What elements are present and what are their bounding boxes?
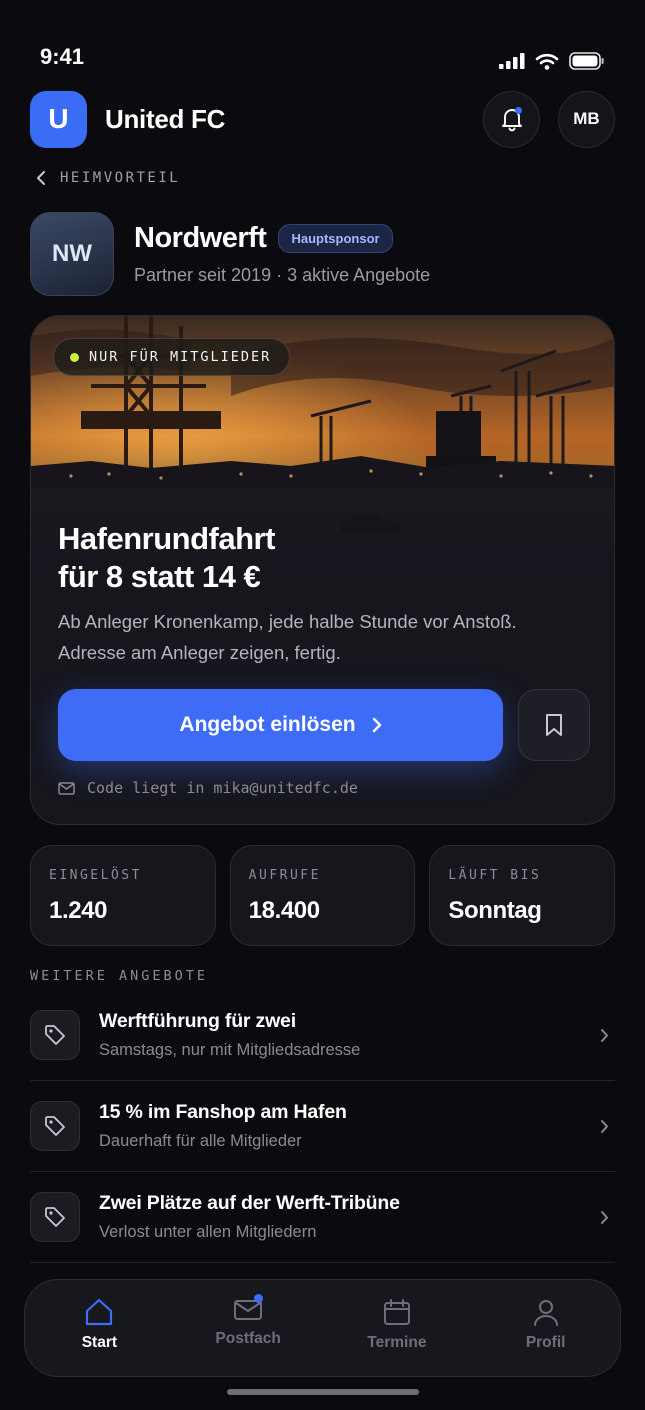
tag-icon-box (30, 1101, 80, 1151)
breadcrumb[interactable]: HEIMVORTEIL (36, 170, 180, 186)
offer-stats: EINGELÖST 1.240 AUFRUFE 18.400 LÄUFT BIS… (30, 845, 616, 946)
redeem-offer-button[interactable]: Angebot einlösen (58, 689, 503, 761)
club-logo[interactable]: U (30, 90, 87, 148)
partner-subtitle: Partner seit 2019 · 3 aktive Angebote (134, 265, 431, 285)
stat-expires: LÄUFT BIS Sonntag (429, 845, 616, 946)
unread-dot (253, 1294, 263, 1303)
offer-title-line2: für 8 statt 14 € (58, 559, 261, 594)
more-offers-list: Werftführung für zwei Samstags, nur mit … (30, 990, 615, 1263)
tag-icon (45, 1207, 65, 1227)
signal-icon (499, 53, 525, 69)
members-only-tag: NUR FÜR MITGLIEDER (53, 338, 291, 376)
list-item[interactable]: Werftführung für zwei Samstags, nur mit … (30, 990, 615, 1081)
tab-termine[interactable]: Termine (323, 1280, 472, 1376)
club-logo-letter: U (48, 103, 69, 134)
list-item[interactable]: 15 % im Fanshop am Hafen Dauerhaft für a… (30, 1081, 615, 1172)
list-item-title: 15 % im Fanshop am Hafen (99, 1101, 347, 1123)
tab-label: Postfach (215, 1330, 281, 1347)
notification-dot (515, 106, 522, 114)
bookmark-button[interactable] (518, 689, 590, 761)
live-dot (70, 352, 79, 362)
tab-label: Start (81, 1334, 118, 1351)
app-header: U United FC MB (30, 90, 615, 148)
chevron-right-icon (601, 1028, 608, 1042)
tab-label: Termine (367, 1334, 427, 1351)
sponsor-badge: Hauptsponsor (278, 224, 393, 253)
app-title: United FC (105, 103, 226, 134)
list-item-subtitle: Samstags, nur mit Mitgliedsadresse (99, 1041, 361, 1059)
avatar[interactable]: MB (558, 90, 615, 148)
avatar-initials: MB (573, 109, 600, 128)
partner-name: Nordwerft (134, 222, 267, 254)
wifi-icon (535, 53, 559, 70)
offer-title-line1: Hafenrundfahrt (58, 521, 275, 556)
partner-header: NW Nordwerft Hauptsponsor Partner seit 2… (30, 212, 615, 296)
code-note-text: Code liegt in mika@unitedfc.de (87, 779, 358, 797)
status-icons (499, 52, 605, 70)
tab-bar: Start Postfach Termine Profil (24, 1279, 621, 1377)
members-only-label: NUR FÜR MITGLIEDER (89, 349, 272, 365)
chevron-right-icon (601, 1119, 608, 1133)
user-icon (533, 1300, 558, 1326)
code-note: Code liegt in mika@unitedfc.de (58, 779, 358, 797)
more-offers-title: WEITERE ANGEBOTE (30, 968, 209, 984)
list-item-title: Zwei Plätze auf der Werft-Tribüne (99, 1192, 400, 1214)
tag-icon-box (30, 1192, 80, 1242)
stat-label: AUFRUFE (248, 868, 321, 883)
tag-icon-box (30, 1010, 80, 1060)
list-item-subtitle: Verlost unter allen Mitgliedern (99, 1223, 317, 1241)
offer-description: Ab Anleger Kronenkamp, jede halbe Stunde… (58, 606, 588, 668)
list-item-title: Werftführung für zwei (99, 1010, 296, 1032)
partner-logo-text: NW (52, 240, 92, 267)
tab-label: Profil (525, 1334, 566, 1351)
offer-desc-line2: Adresse am Anleger zeigen, fertig. (58, 642, 341, 663)
chevron-right-icon (372, 717, 381, 733)
calendar-icon (383, 1299, 410, 1325)
partner-logo: NW (30, 212, 114, 296)
chevron-right-icon (601, 1210, 608, 1224)
breadcrumb-label: HEIMVORTEIL (60, 170, 181, 186)
offer-card: NUR FÜR MITGLIEDER Hafenrundfahrt für 8 … (30, 315, 615, 825)
stat-label: LÄUFT BIS (448, 868, 542, 883)
stat-views: AUFRUFE 18.400 (229, 845, 416, 946)
tab-profil[interactable]: Profil (471, 1280, 620, 1376)
status-time: 9:41 (40, 44, 85, 69)
battery-icon (569, 52, 604, 70)
stat-label: EINGELÖST (49, 868, 142, 883)
bookmark-icon (546, 714, 562, 736)
tag-icon (45, 1025, 65, 1045)
offer-title: Hafenrundfahrt für 8 statt 14 € (58, 520, 578, 596)
notifications-button[interactable] (483, 90, 540, 148)
tag-icon (45, 1116, 65, 1136)
status-bar: 9:41 (0, 0, 645, 80)
stat-value: Sonntag (448, 897, 542, 924)
home-icon (86, 1298, 113, 1326)
chevron-left-icon (37, 171, 45, 185)
stat-redeemed: EINGELÖST 1.240 (30, 845, 216, 946)
tab-start[interactable]: Start (25, 1280, 174, 1376)
home-indicator (227, 1389, 419, 1395)
list-item-subtitle: Dauerhaft für alle Mitglieder (99, 1132, 302, 1150)
list-item[interactable]: Zwei Plätze auf der Werft-Tribüne Verlos… (30, 1172, 615, 1263)
tab-postfach[interactable]: Postfach (174, 1280, 323, 1376)
stat-value: 18.400 (248, 897, 320, 924)
envelope-icon (58, 781, 75, 795)
redeem-label: Angebot einlösen (179, 713, 356, 736)
offer-desc-line1: Ab Anleger Kronenkamp, jede halbe Stunde… (58, 611, 517, 632)
stat-value: 1.240 (49, 897, 108, 924)
